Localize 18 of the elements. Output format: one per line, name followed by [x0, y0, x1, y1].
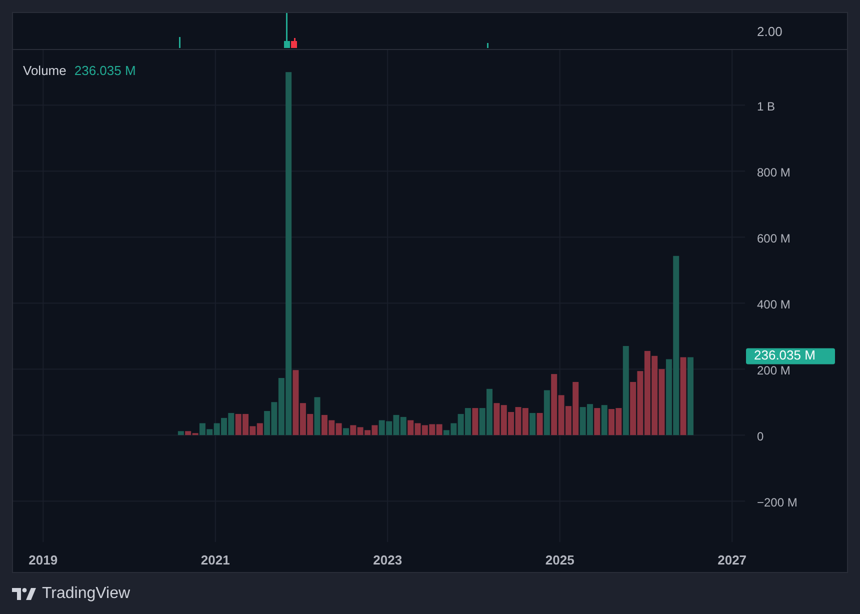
y-axis-label: 1 B — [757, 99, 776, 114]
x-axis-label: 2025 — [545, 552, 574, 568]
y-axis-label: 200 M — [757, 363, 790, 378]
logo-icon — [12, 588, 36, 600]
y-axis-label: 800 M — [757, 165, 790, 180]
x-axis-label: 2023 — [373, 552, 402, 568]
y-axis-label: 0 — [757, 429, 764, 444]
y-axis-label: 600 M — [757, 231, 790, 246]
x-axis-label: 2027 — [718, 552, 747, 568]
price-scale-label: 2.00 — [757, 24, 782, 38]
legend-value: 236.035 M — [74, 63, 136, 78]
legend-label: Volume — [23, 63, 66, 78]
x-axis-label: 2019 — [28, 552, 58, 568]
brand-name: TradingView — [42, 584, 130, 602]
y-axis-label: 400 M — [757, 297, 790, 312]
x-axis-label: 2021 — [200, 552, 230, 568]
last-value-badge: 236.035 M — [746, 348, 835, 364]
y-axis-label: −200 M — [757, 495, 798, 510]
